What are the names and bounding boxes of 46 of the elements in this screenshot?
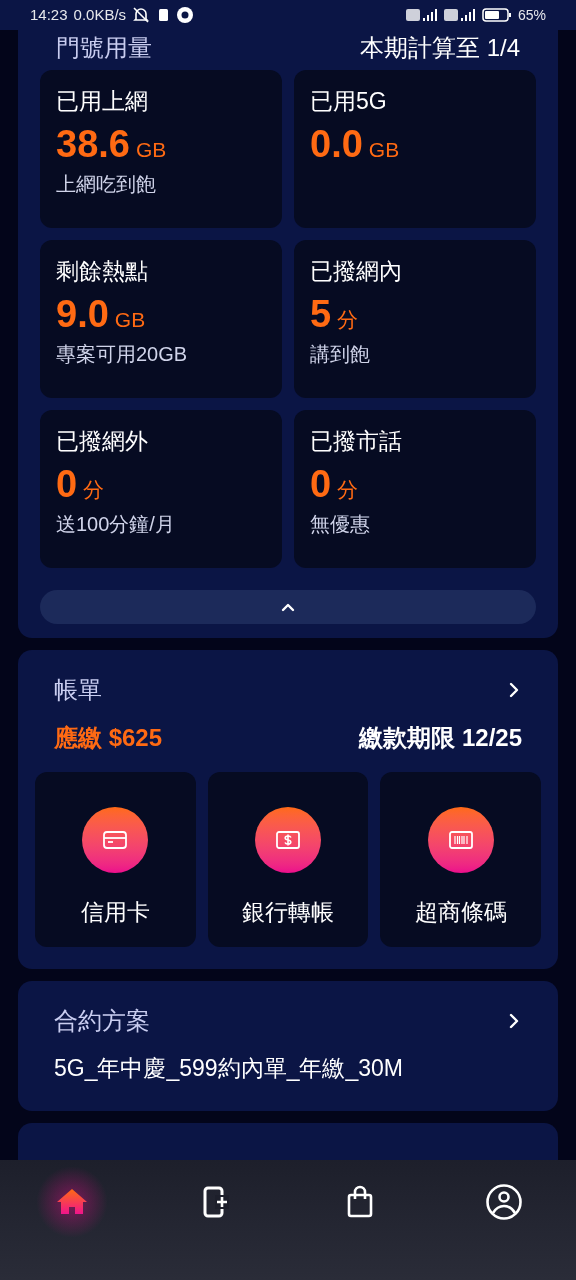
network-speed: 0.0KB/s bbox=[73, 4, 127, 25]
barcode-icon bbox=[446, 828, 475, 852]
payment-method-button[interactable]: 超商條碼 bbox=[380, 772, 541, 947]
usage-label: 已用上網 bbox=[56, 87, 148, 116]
usage-value: 0 bbox=[310, 462, 332, 506]
payment-method-button[interactable]: 銀行轉帳 bbox=[207, 772, 369, 947]
usage-title: 門號用量 bbox=[56, 33, 152, 63]
usage-label: 已撥網內 bbox=[310, 257, 402, 286]
sim-card-icon bbox=[156, 7, 171, 23]
usage-label: 已撥市話 bbox=[310, 427, 402, 456]
muted-bell-icon bbox=[132, 6, 151, 24]
signal-icon bbox=[443, 7, 476, 23]
due-date: 繳款期限 12/25 bbox=[359, 723, 522, 753]
usage-unit: 分 bbox=[337, 307, 359, 333]
usage-unit: 分 bbox=[337, 477, 359, 503]
usage-label: 剩餘熱點 bbox=[56, 257, 148, 286]
bill-title: 帳單 bbox=[54, 675, 102, 705]
usage-note: 講到飽 bbox=[310, 342, 370, 367]
browser-icon bbox=[176, 6, 195, 24]
account-icon bbox=[485, 1183, 523, 1221]
usage-note: 送100分鐘/月 bbox=[56, 512, 175, 537]
contract-title: 合約方案 bbox=[54, 1006, 150, 1036]
usage-unit: GB bbox=[114, 307, 146, 333]
battery-level: 65% bbox=[517, 5, 546, 25]
usage-unit: GB bbox=[135, 137, 167, 163]
payment-method-button[interactable]: 信用卡 bbox=[35, 772, 196, 947]
usage-label: 已撥網外 bbox=[56, 427, 148, 456]
usage-value: 38.6 bbox=[56, 122, 130, 166]
usage-value: 5 bbox=[310, 292, 332, 336]
status-time: 14:23 bbox=[30, 4, 68, 25]
usage-value: 9.0 bbox=[56, 292, 109, 336]
usage-note: 上網吃到飽 bbox=[56, 172, 156, 197]
usage-label: 已用5G bbox=[310, 87, 387, 116]
credit-card-icon bbox=[101, 828, 130, 852]
amount-due: 應繳 $625 bbox=[54, 723, 163, 753]
usage-value: 0.0 bbox=[310, 122, 363, 166]
usage-value: 0 bbox=[56, 462, 78, 506]
period-text: 本期計算至 1/4 bbox=[359, 33, 520, 63]
signal-icon bbox=[405, 7, 438, 23]
usage-unit: GB bbox=[368, 137, 400, 163]
usage-unit: 分 bbox=[83, 477, 105, 503]
dollar-bill-icon bbox=[274, 828, 302, 852]
usage-note: 無優惠 bbox=[310, 512, 370, 537]
battery-icon bbox=[481, 7, 512, 23]
plan-name: 5G_年中慶_599約內單_年繳_30M bbox=[54, 1054, 403, 1083]
usage-note: 專案可用20GB bbox=[56, 342, 188, 367]
